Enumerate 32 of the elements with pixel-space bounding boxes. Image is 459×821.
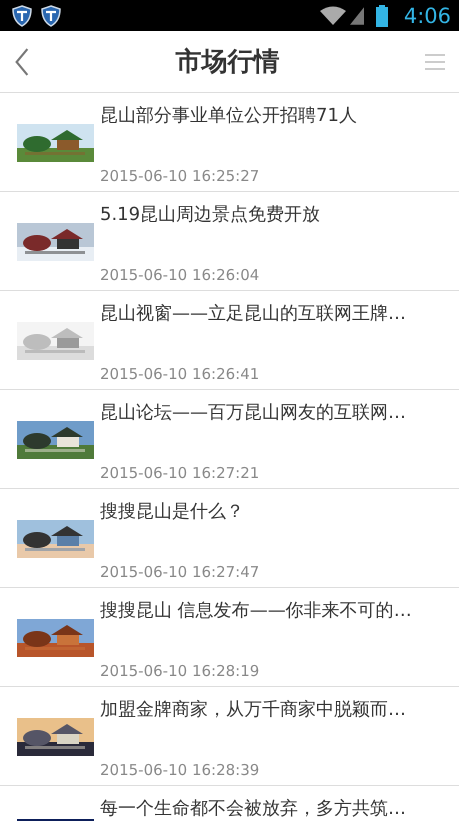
battery-icon xyxy=(376,4,388,26)
menu-icon xyxy=(425,52,445,70)
news-item[interactable]: 搜搜昆山是什么？ 2015-06-10 16:27:47 xyxy=(0,489,459,588)
news-item[interactable]: 昆山论坛——百万昆山网友的互联网… 2015-06-10 16:27:21 xyxy=(0,390,459,489)
article-date: 2015-06-10 16:28:39 xyxy=(100,761,260,779)
shield-icon xyxy=(41,4,61,26)
shield-icon xyxy=(12,4,32,26)
article-title: 昆山论坛——百万昆山网友的互联网… xyxy=(100,401,406,424)
signal-icon xyxy=(350,6,364,24)
page-title: 市场行情 xyxy=(176,46,280,79)
article-title: 搜搜昆山是什么？ xyxy=(100,500,245,523)
article-date: 2015-06-10 16:28:19 xyxy=(100,662,260,680)
article-date: 2015-06-10 16:26:04 xyxy=(100,266,260,284)
news-item[interactable]: 昆山视窗——立足昆山的互联网王牌… 2015-06-10 16:26:41 xyxy=(0,291,459,390)
back-button[interactable] xyxy=(14,48,30,76)
article-date: 2015-06-10 16:27:47 xyxy=(100,563,260,581)
news-item[interactable]: 5.19昆山周边景点免费开放 2015-06-10 16:26:04 xyxy=(0,192,459,291)
article-date: 2015-06-10 16:25:27 xyxy=(100,167,260,185)
news-item[interactable]: 搜搜昆山 信息发布——你非来不可的… 2015-06-10 16:28:19 xyxy=(0,588,459,687)
article-title: 加盟金牌商家，从万千商家中脱颖而… xyxy=(100,698,406,721)
clock: 4:06 xyxy=(404,4,451,28)
article-title: 搜搜昆山 信息发布——你非来不可的… xyxy=(100,599,412,622)
wifi-icon xyxy=(320,6,346,26)
article-title: 昆山部分事业单位公开招聘71人 xyxy=(100,104,357,127)
article-title: 每一个生命都不会被放弃，多方共筑… xyxy=(100,797,406,820)
news-item[interactable]: 昆山部分事业单位公开招聘71人 2015-06-10 16:25:27 xyxy=(0,93,459,192)
news-item[interactable]: 每一个生命都不会被放弃，多方共筑… xyxy=(0,786,459,821)
news-item[interactable]: 加盟金牌商家，从万千商家中脱颖而… 2015-06-10 16:28:39 xyxy=(0,687,459,786)
article-title: 5.19昆山周边景点免费开放 xyxy=(100,203,320,226)
article-date: 2015-06-10 16:27:21 xyxy=(100,464,260,482)
article-date: 2015-06-10 16:26:41 xyxy=(100,365,260,383)
article-title: 昆山视窗——立足昆山的互联网王牌… xyxy=(100,302,406,325)
